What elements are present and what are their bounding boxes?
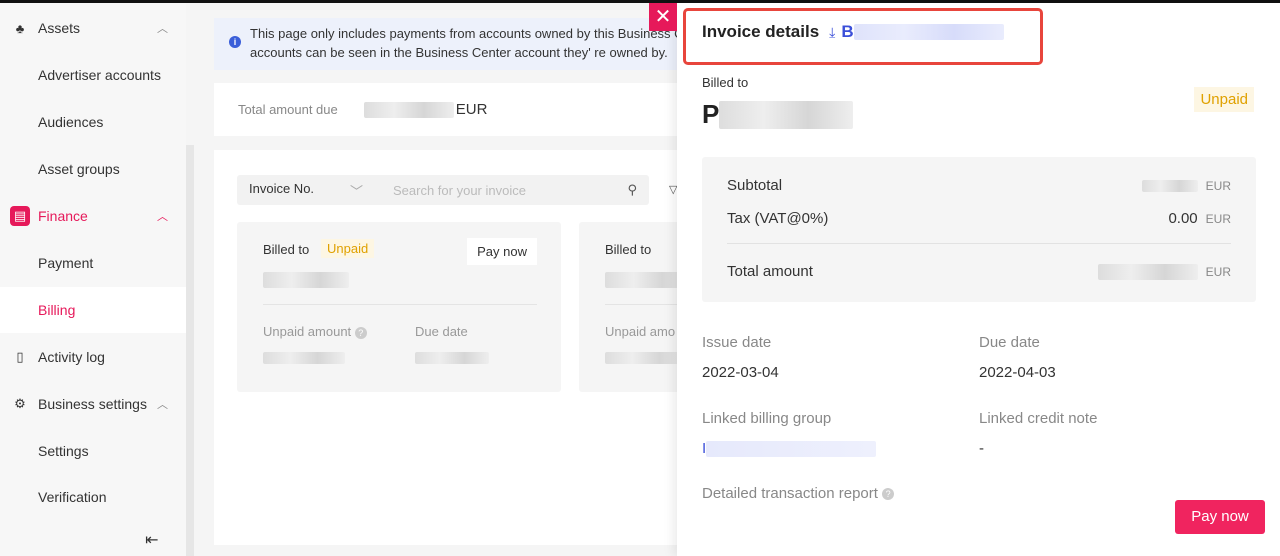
billing-group-label: Linked billing group	[702, 410, 832, 427]
label: Total amount	[727, 263, 813, 280]
amount-summary: Subtotal EUR Tax (VAT@0%) 0.00 EUR Total am…	[702, 157, 1256, 302]
invoice-details-drawer: Invoice details ⤓ B Billed to P Unpaid S…	[677, 3, 1280, 556]
redacted-amount	[1141, 179, 1198, 192]
divider	[263, 304, 537, 305]
redacted-amount	[363, 101, 454, 118]
info-icon: i	[229, 36, 241, 48]
sidebar-item-activity-log[interactable]: ▯ Activity log	[0, 334, 186, 380]
sidebar-group-assets[interactable]: ♣ Assets ︿	[0, 5, 186, 51]
pay-now-button[interactable]: Pay now	[1175, 500, 1265, 534]
divider	[727, 243, 1231, 244]
help-icon[interactable]: ?	[354, 326, 367, 339]
subtotal-row: Subtotal EUR	[727, 177, 1231, 194]
sidebar-item-payment[interactable]: Payment	[0, 240, 186, 286]
sidebar-item-verification[interactable]: Verification	[0, 474, 186, 520]
redacted-name	[719, 100, 854, 129]
issue-date-label: Issue date	[702, 334, 772, 351]
invoice-list-panel: Invoice No. ﹀ Search for your invoice ⚲ ▽…	[214, 150, 903, 545]
invoice-number: B	[841, 22, 854, 41]
chevron-up-icon: ︿	[157, 211, 168, 223]
redacted-date	[415, 352, 489, 364]
redacted-name	[263, 272, 349, 288]
billing-group-link[interactable]: I	[702, 440, 877, 457]
close-icon: ✕	[654, 6, 672, 28]
name-initial: P	[702, 99, 720, 129]
due-date: 2022-04-03	[979, 364, 1056, 381]
search-input[interactable]: Search for your invoice	[377, 183, 627, 198]
total-amount-due: Total amount due EUR	[214, 83, 694, 136]
currency: EUR	[1205, 178, 1231, 193]
redacted-amount	[263, 352, 345, 364]
status-badge: Unpaid	[1194, 87, 1254, 112]
billed-to-label: Billed to	[263, 242, 310, 257]
sidebar: ♣ Assets ︿ Advertiser accounts Audiences A…	[0, 3, 186, 556]
invoice-search[interactable]: Invoice No. ﹀ Search for your invoice ⚲	[237, 175, 649, 205]
sidebar-item-advertiser-accounts[interactable]: Advertiser accounts	[0, 52, 186, 98]
label: Detailed transaction report	[702, 485, 878, 502]
due-date-label: Due date	[979, 334, 1040, 351]
currency: EUR	[455, 101, 488, 118]
drawer-title: Invoice details	[702, 22, 820, 41]
assets-icon: ♣	[15, 20, 25, 36]
redacted-amount	[605, 352, 687, 364]
status-badge: Unpaid	[321, 239, 375, 258]
chevron-up-icon: ︿	[157, 399, 168, 411]
search-icon[interactable]: ⚲	[627, 182, 637, 198]
currency: EUR	[1205, 211, 1231, 226]
sidebar-item-audiences[interactable]: Audiences	[0, 99, 186, 145]
credit-note: -	[979, 440, 984, 457]
unpaid-amount-label: Unpaid amo	[605, 324, 676, 339]
sidebar-item-billing[interactable]: Billing	[0, 287, 186, 333]
label: Business settings	[38, 396, 147, 412]
currency: EUR	[1205, 264, 1231, 279]
label: Subtotal	[727, 177, 783, 194]
redacted-amount	[1097, 263, 1198, 280]
collapse-sidebar-icon[interactable]: ⇤	[145, 530, 158, 550]
credit-note-label: Linked credit note	[979, 410, 1098, 427]
invoice-card[interactable]: Billed to Unpaid Pay now Unpaid amount ?…	[237, 222, 561, 392]
chevron-up-icon: ︿	[157, 23, 168, 35]
search-type-select[interactable]: Invoice No. ﹀	[237, 181, 377, 200]
label: Tax (VAT@0%)	[727, 210, 829, 227]
tax-value: 0.00	[1168, 210, 1198, 227]
document-icon: ▯	[16, 349, 24, 364]
label: Assets	[38, 20, 81, 36]
label: Unpaid amount	[263, 324, 352, 339]
pay-now-button[interactable]: Pay now	[467, 238, 537, 265]
total-row: Total amount EUR	[727, 263, 1231, 280]
sidebar-item-settings[interactable]: Settings	[0, 428, 186, 474]
sidebar-item-asset-groups[interactable]: Asset groups	[0, 146, 186, 192]
label: Activity log	[38, 349, 105, 365]
sidebar-group-finance[interactable]: ▤ Finance ︿	[0, 193, 186, 239]
help-icon[interactable]: ?	[882, 488, 895, 501]
billed-to-label: Billed to	[702, 75, 749, 90]
select-value: Invoice No.	[249, 180, 315, 196]
drawer-header: Invoice details ⤓ B	[702, 22, 1004, 42]
unpaid-amount-label: Unpaid amount ?	[263, 324, 367, 339]
due-date-label: Due date	[415, 324, 468, 339]
redacted-billing-group	[706, 440, 877, 457]
close-drawer-button[interactable]: ✕	[649, 3, 677, 31]
sidebar-scrollbar[interactable]	[186, 145, 194, 556]
gear-icon: ⚙	[14, 396, 26, 411]
billed-to-label: Billed to	[605, 242, 652, 257]
redacted-invoice-number	[853, 24, 1004, 40]
finance-icon: ▤	[10, 206, 30, 226]
chevron-down-icon: ﹀	[349, 183, 363, 199]
sidebar-group-business-settings[interactable]: ⚙ Business settings ︿	[0, 381, 186, 427]
main-content: i This page only includes payments from …	[196, 3, 903, 556]
issue-date: 2022-03-04	[702, 364, 779, 381]
tax-row: Tax (VAT@0%) 0.00 EUR	[727, 210, 1231, 227]
total-label: Total amount due	[238, 102, 338, 117]
label: Finance	[38, 208, 88, 224]
download-icon[interactable]: ⤓	[829, 24, 835, 41]
transaction-report-label: Detailed transaction report ?	[702, 485, 895, 502]
billed-to-name: P	[702, 99, 854, 130]
invoice-number-link[interactable]: B	[841, 22, 1004, 42]
